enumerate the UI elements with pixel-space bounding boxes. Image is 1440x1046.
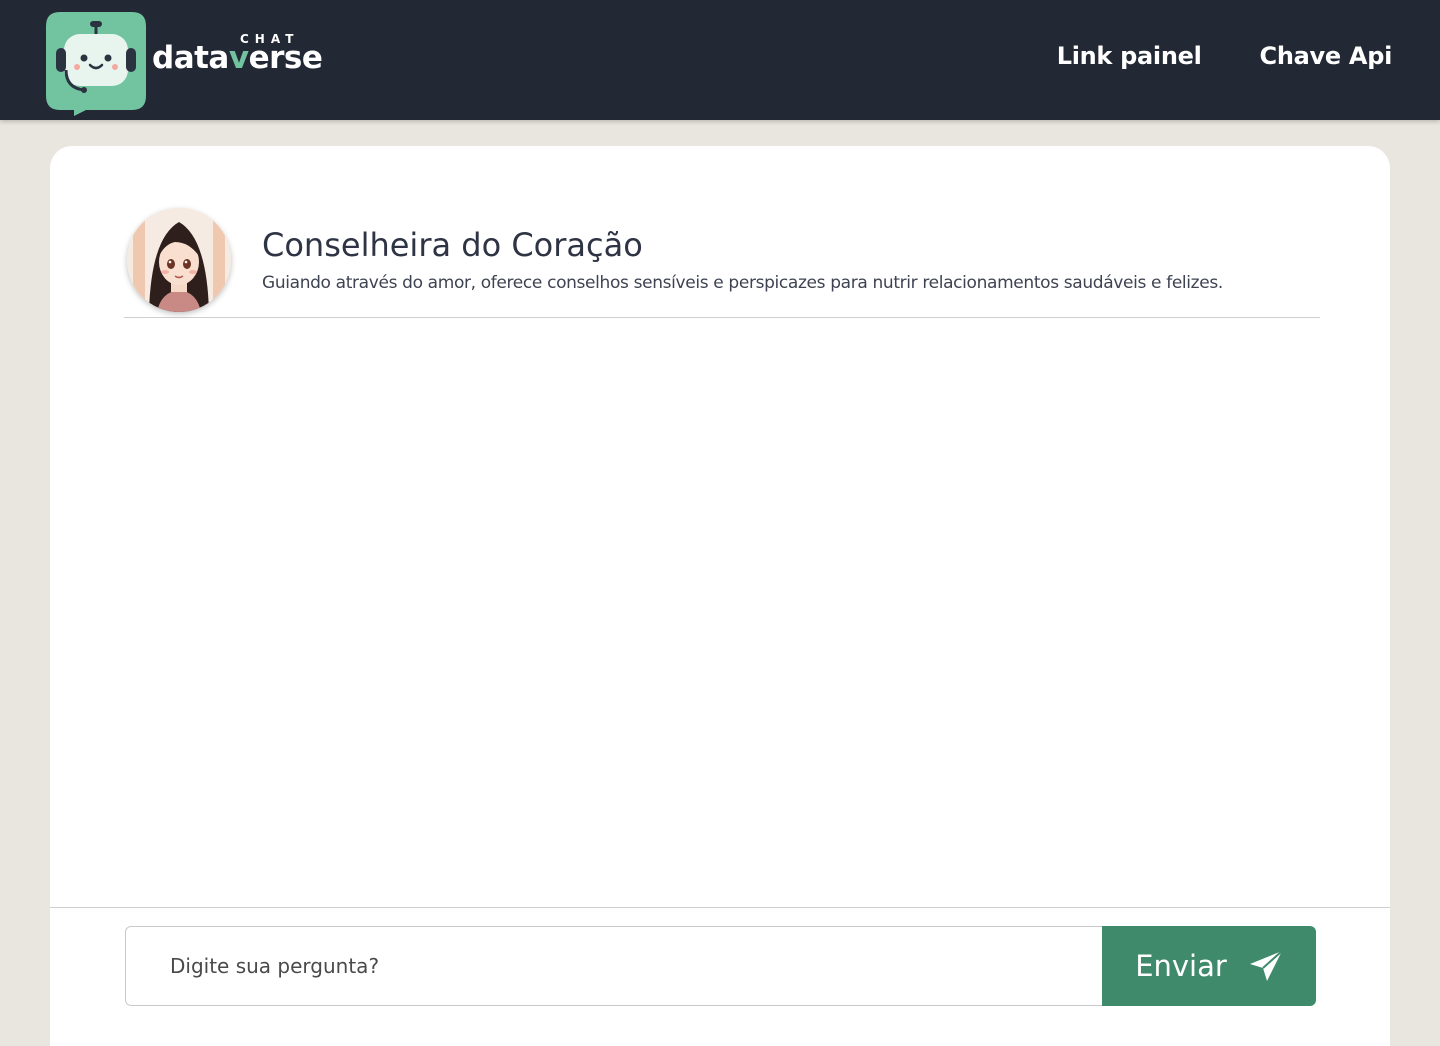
paper-plane-icon (1249, 950, 1283, 981)
message-composer: Enviar (50, 907, 1390, 1046)
logo-wordmark: dataverse (152, 40, 323, 76)
send-button-label: Enviar (1135, 949, 1227, 983)
assistant-description: Guiando através do amor, oferece conselh… (262, 273, 1223, 293)
assistant-avatar (127, 208, 231, 312)
assistant-name: Conselheira do Coração (262, 226, 643, 264)
question-input[interactable] (125, 926, 1105, 1006)
chat-dataverse-logo[interactable]: CHAT dataverse (46, 12, 323, 116)
header-nav: Link painel Chave Api (1057, 42, 1393, 70)
woman-portrait-avatar-icon (127, 208, 231, 312)
logo-wordmark-accent: v (228, 40, 249, 76)
nav-link-painel[interactable]: Link painel (1057, 42, 1202, 70)
robot-chat-icon (46, 12, 146, 116)
logo-wordmark-end: erse (248, 40, 323, 76)
nav-chave-api[interactable]: Chave Api (1260, 42, 1393, 70)
logo-wordmark-start: data (152, 40, 229, 76)
top-navigation-bar: CHAT dataverse Link painel Chave Api (0, 0, 1440, 120)
assistant-profile-header: Conselheira do Coração Guiando através d… (124, 206, 1320, 318)
send-button[interactable]: Enviar (1102, 926, 1316, 1006)
chat-card: Conselheira do Coração Guiando através d… (50, 146, 1390, 1046)
chat-messages-area (50, 326, 1390, 906)
